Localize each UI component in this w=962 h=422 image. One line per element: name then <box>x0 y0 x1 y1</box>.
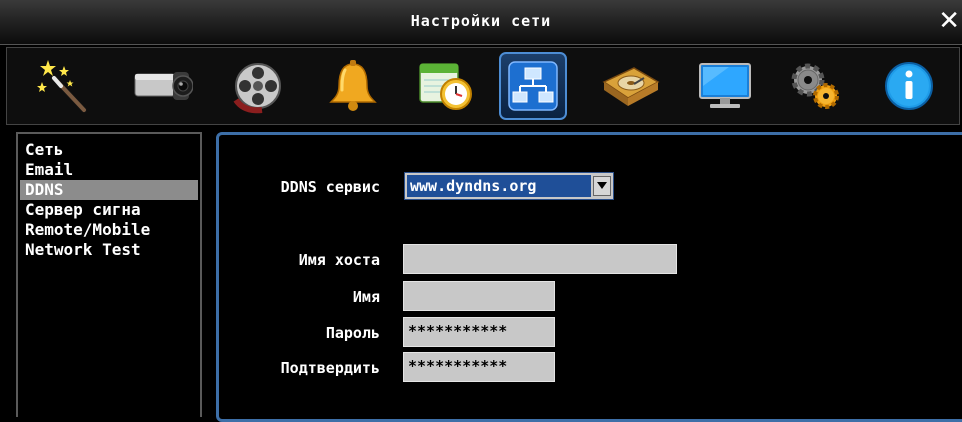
ddns-service-value: www.dyndns.org <box>407 175 591 197</box>
toolbar-button-playback[interactable] <box>224 52 292 120</box>
menu-item-network[interactable]: Сеть <box>20 140 198 160</box>
toolbar-button-display[interactable] <box>691 52 759 120</box>
schedule-clock-icon <box>419 63 472 110</box>
ddns-service-label: DDNS сервис <box>280 178 380 196</box>
menu-item-network-test[interactable]: Network Test <box>20 240 198 260</box>
toolbar-button-wizard[interactable] <box>30 52 98 120</box>
hostname-label: Имя хоста <box>298 251 380 269</box>
chevron-down-icon[interactable] <box>593 176 611 196</box>
title-bar: Настройки сети ✕ <box>0 0 962 45</box>
gears-icon <box>791 63 839 109</box>
hard-disk-icon <box>602 67 660 106</box>
alarm-bell-icon <box>329 60 377 111</box>
film-reel-icon <box>233 63 281 114</box>
toolbar-button-schedule[interactable] <box>411 52 479 120</box>
toolbar-button-system[interactable] <box>781 52 849 120</box>
toolbar-button-camera[interactable] <box>128 52 196 120</box>
info-icon <box>885 62 933 110</box>
main-toolbar <box>6 47 960 125</box>
password-label: Пароль <box>325 324 380 342</box>
username-label: Имя <box>352 288 380 306</box>
display-monitor-icon <box>699 63 751 108</box>
hostname-input[interactable] <box>403 244 677 274</box>
confirm-password-label: Подтвердить <box>280 359 380 377</box>
toolbar-button-alarm[interactable] <box>319 52 387 120</box>
password-input[interactable]: *********** <box>403 317 555 347</box>
settings-side-menu: Сеть Email DDNS Сервер сигна Remote/Mobi… <box>16 132 202 417</box>
window-title: Настройки сети <box>410 12 552 30</box>
confirm-password-input[interactable]: *********** <box>403 352 555 382</box>
menu-item-ddns[interactable]: DDNS <box>20 180 198 200</box>
username-input[interactable] <box>403 281 555 311</box>
menu-item-remote-mobile[interactable]: Remote/Mobile <box>20 220 198 240</box>
camera-icon <box>134 72 193 100</box>
toolbar-button-storage[interactable] <box>597 52 665 120</box>
menu-item-email[interactable]: Email <box>20 160 198 180</box>
toolbar-button-info[interactable] <box>875 52 943 120</box>
menu-item-signal-server[interactable]: Сервер сигна <box>20 200 198 220</box>
network-icon <box>508 61 558 111</box>
ddns-service-select[interactable]: www.dyndns.org <box>404 172 614 200</box>
wizard-wand-icon <box>37 60 87 113</box>
ddns-settings-panel: DDNS сервис www.dyndns.org Имя хоста Имя… <box>216 132 962 422</box>
toolbar-button-network[interactable] <box>499 52 567 120</box>
close-icon[interactable]: ✕ <box>938 8 960 34</box>
